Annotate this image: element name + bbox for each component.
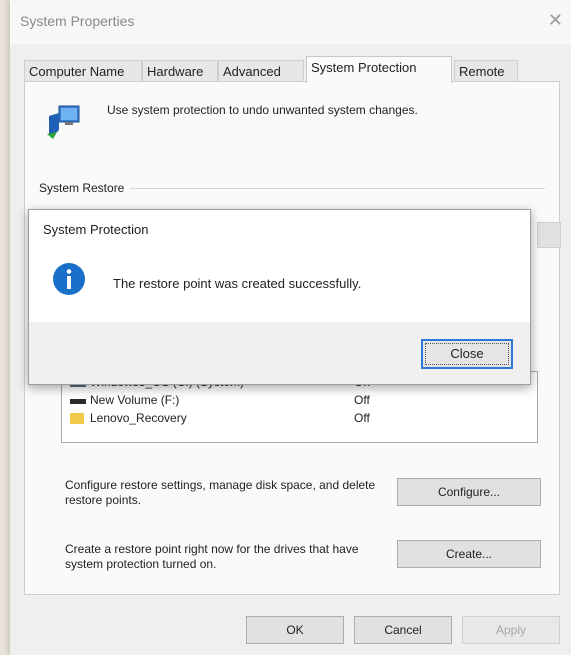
drive-icon xyxy=(70,399,86,404)
tab-computer-name[interactable]: Computer Name xyxy=(24,60,142,82)
drive-name: New Volume (F:) xyxy=(90,393,180,407)
folder-drive-icon xyxy=(70,413,84,424)
focus-ring xyxy=(425,343,509,365)
tab-system-protection[interactable]: System Protection xyxy=(306,56,452,83)
drive-row[interactable]: Lenovo_Recovery Off xyxy=(62,410,537,427)
dialog-close-button[interactable]: Close xyxy=(421,339,513,369)
window-title: System Properties xyxy=(20,13,135,29)
tab-remote[interactable]: Remote xyxy=(454,60,518,82)
system-protection-dialog: System Protection The restore point was … xyxy=(28,209,531,385)
close-icon[interactable]: ✕ xyxy=(548,10,563,31)
tab-advanced[interactable]: Advanced xyxy=(218,60,304,82)
system-restore-button[interactable] xyxy=(537,222,561,248)
configure-button[interactable]: Configure... xyxy=(397,478,541,506)
drive-status: Off xyxy=(354,393,370,407)
tab-hardware[interactable]: Hardware xyxy=(142,60,218,82)
dialog-title: System Protection xyxy=(43,222,149,237)
drive-row[interactable]: New Volume (F:) Off xyxy=(62,392,537,409)
drive-name: Lenovo_Recovery xyxy=(90,411,187,425)
system-restore-group-label: System Restore xyxy=(39,181,131,195)
create-description: Create a restore point right now for the… xyxy=(65,542,359,571)
intro-text: Use system protection to undo unwanted s… xyxy=(107,103,418,117)
title-bar: System Properties ✕ xyxy=(10,0,571,44)
computer-shield-icon xyxy=(47,105,80,139)
ok-button[interactable]: OK xyxy=(246,616,344,644)
info-icon xyxy=(53,263,85,295)
create-button[interactable]: Create... xyxy=(397,540,541,568)
cancel-button[interactable]: Cancel xyxy=(354,616,452,644)
dialog-message: The restore point was created successful… xyxy=(113,276,362,291)
configure-description: Configure restore settings, manage disk … xyxy=(65,478,376,507)
apply-button: Apply xyxy=(462,616,560,644)
drive-status: Off xyxy=(354,411,370,425)
group-divider xyxy=(125,188,545,189)
dialog-footer: Close xyxy=(29,322,530,384)
